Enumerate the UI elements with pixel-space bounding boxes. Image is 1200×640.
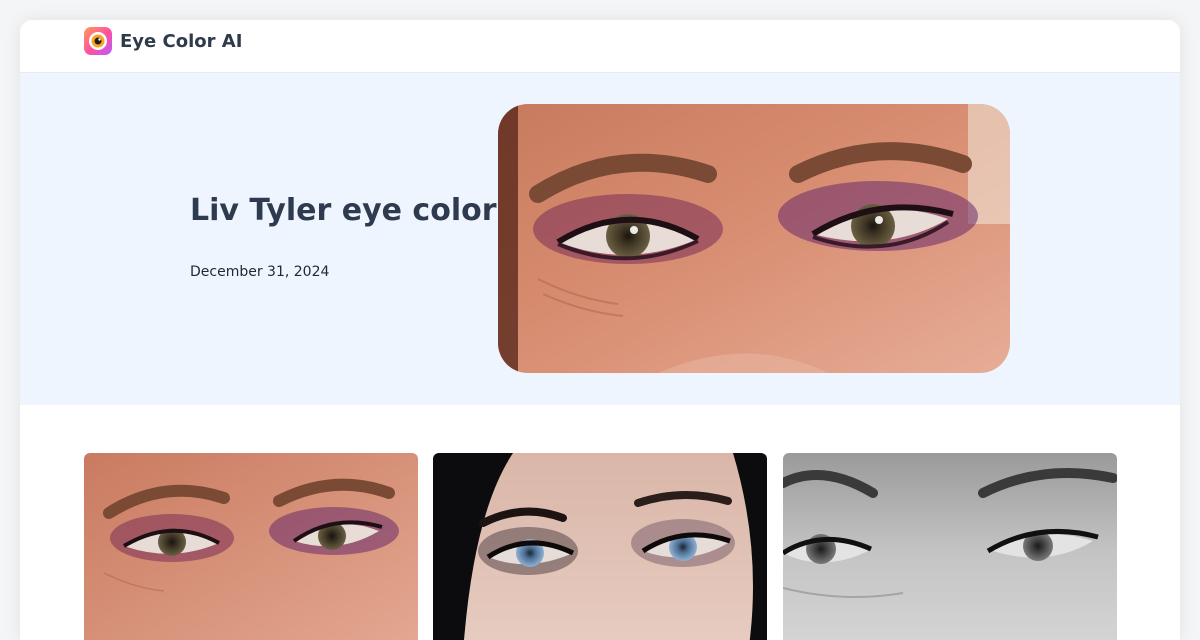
- brand-name: Eye Color AI: [120, 30, 243, 52]
- gallery-image-2[interactable]: [433, 453, 767, 640]
- gallery-image-3[interactable]: [783, 453, 1117, 640]
- brand-link[interactable]: Eye Color AI: [84, 27, 242, 55]
- eye-logo-icon: [84, 27, 112, 55]
- publish-date: December 31, 2024: [190, 264, 330, 280]
- site-header: Eye Color AI: [20, 20, 1180, 73]
- gallery-image-1[interactable]: [84, 453, 418, 640]
- page-title: Liv Tyler eye color: [190, 193, 497, 228]
- page: Eye Color AI Liv Tyler eye color Decembe…: [20, 20, 1180, 640]
- hero-eye-image: [498, 104, 1010, 373]
